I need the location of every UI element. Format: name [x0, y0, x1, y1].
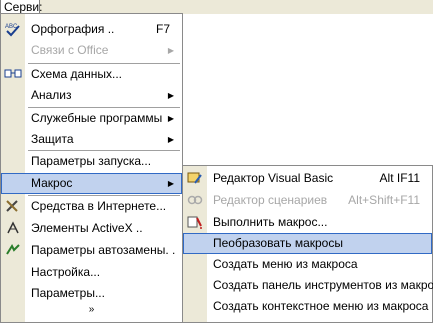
- submenu-arrow-icon: ▶: [167, 114, 174, 123]
- submenu-arrow-icon: ▶: [167, 179, 174, 188]
- menu-item-web-tools[interactable]: Средства в Интернете...: [1, 196, 182, 217]
- autocorrect-icon: [3, 242, 22, 259]
- relationships-icon: [3, 66, 22, 83]
- submenu-item-vb-editor[interactable]: Редактор Visual Basic Alt IF11: [183, 168, 432, 189]
- tools-icon: [3, 198, 22, 215]
- menu-item-options[interactable]: Параметры...: [1, 283, 182, 304]
- menu-item-office-links[interactable]: Связи с Office ▶: [1, 40, 182, 61]
- menu-tools[interactable]: Серви:: [0, 0, 42, 14]
- activex-icon: [3, 220, 22, 237]
- submenu-item-run-macro[interactable]: Выполнить макрос...: [183, 212, 432, 233]
- submenu-arrow-icon: ▶: [167, 135, 174, 144]
- menu-item-spelling[interactable]: ABC Орфография .. F7: [1, 19, 182, 40]
- expand-menu-chevron-icon[interactable]: »: [1, 303, 182, 317]
- menu-item-relationships[interactable]: Схема данных...: [1, 64, 182, 85]
- menu-item-autocorrect[interactable]: Параметры автозамены. .: [1, 240, 182, 261]
- menu-item-customize[interactable]: Настройка...: [1, 262, 182, 283]
- menu-item-utilities[interactable]: Служебные программы ▶: [1, 108, 182, 129]
- submenu-item-script-editor[interactable]: Редактор сценариев Alt+Shift+F11: [183, 190, 432, 211]
- submenu-arrow-icon: ▶: [167, 46, 174, 55]
- submenu-item-create-toolbar[interactable]: Создать панель инструментов из макроса: [183, 275, 433, 296]
- menu-item-activex[interactable]: Элементы ActiveX ..: [1, 218, 182, 239]
- menu-item-analyze[interactable]: Анализ ▶: [1, 85, 182, 106]
- macro-submenu: Редактор Visual Basic Alt IF11 Редактор …: [182, 165, 433, 323]
- tools-menu: ABC Орфография .. F7 Связи с Office ▶ Сх…: [0, 13, 183, 323]
- submenu-arrow-icon: ▶: [167, 91, 174, 100]
- menu-item-startup[interactable]: Параметры запуска...: [1, 151, 182, 172]
- script-editor-icon: [185, 192, 204, 209]
- menu-item-macro[interactable]: Макрос ▶: [1, 173, 182, 194]
- run-macro-icon: [185, 214, 204, 231]
- spelling-icon: ABC: [3, 21, 22, 38]
- vb-editor-icon: [185, 170, 204, 187]
- submenu-item-create-shortcut-menu[interactable]: Создать контекстное меню из макроса: [183, 296, 432, 317]
- menu-item-security[interactable]: Защита ▶: [1, 129, 182, 150]
- menu-bar: Серви:: [0, 0, 433, 14]
- submenu-item-convert-macros[interactable]: Пеобразовать макросы: [183, 233, 432, 254]
- submenu-item-create-menu[interactable]: Создать меню из макроса: [183, 254, 432, 275]
